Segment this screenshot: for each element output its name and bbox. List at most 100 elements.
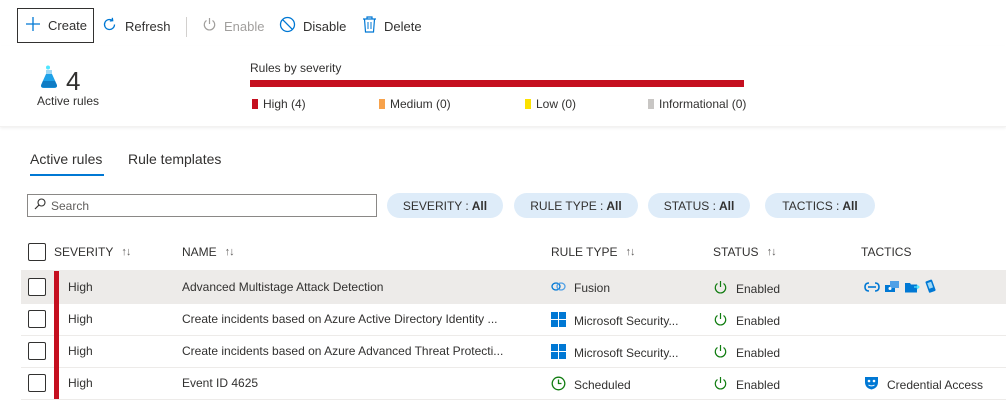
tactic-icon-privilege-escalation: [884, 280, 900, 297]
tactics-cell: [864, 279, 938, 297]
credential-access-icon: [864, 376, 879, 393]
tactics-cell: Credential Access: [864, 376, 983, 393]
rule-type-label: Microsoft Security...: [574, 314, 679, 328]
filter-name: RULE TYPE :: [530, 198, 604, 213]
name-cell: Advanced Multistage Attack Detection: [182, 280, 384, 294]
table-row[interactable]: High Create incidents based on Azure Act…: [21, 303, 1006, 335]
legend-label: High (4): [263, 97, 306, 111]
row-checkbox[interactable]: [28, 342, 46, 360]
sort-icon: ↑↓: [625, 246, 635, 258]
column-header-rule-type[interactable]: RULE TYPE ↑↓: [551, 245, 635, 259]
plus-icon: [25, 16, 41, 35]
header-label: STATUS: [713, 245, 759, 259]
legend-informational: Informational (0): [648, 97, 746, 111]
flask-icon: [39, 65, 61, 92]
row-checkbox[interactable]: [28, 310, 46, 328]
tactic-icon-exfiltration: [904, 280, 920, 297]
enable-label: Enable: [224, 18, 265, 34]
rule-type-cell: Fusion: [551, 280, 610, 296]
power-icon: [713, 280, 728, 298]
active-rules-label: Active rules: [37, 94, 100, 108]
status-cell: Enabled: [713, 312, 780, 330]
block-icon: [279, 16, 296, 36]
row-divider: [21, 399, 1006, 400]
power-icon: [713, 344, 728, 362]
sort-icon: ↑↓: [121, 246, 131, 258]
disable-button[interactable]: Disable: [279, 9, 346, 43]
rules-summary-panel: 4 Active rules Rules by severity High (4…: [0, 46, 1006, 127]
severity-chart-title: Rules by severity: [250, 61, 342, 75]
delete-label: Delete: [384, 18, 422, 34]
search-input[interactable]: Search: [27, 194, 377, 217]
delete-button[interactable]: Delete: [362, 9, 422, 43]
table-row[interactable]: High Event ID 4625 Scheduled Enabled Cre…: [21, 367, 1006, 399]
select-all-checkbox[interactable]: [28, 243, 46, 261]
header-label: NAME: [182, 245, 217, 259]
sort-icon: ↑↓: [766, 246, 777, 258]
severity-indicator: [54, 303, 59, 335]
header-label: SEVERITY: [54, 245, 114, 259]
status-filter[interactable]: STATUS : All: [648, 193, 750, 218]
legend-medium: Medium (0): [379, 97, 451, 111]
command-bar: Create Refresh Enable Disable Delete: [0, 0, 1006, 46]
name-cell: Create incidents based on Azure Advanced…: [182, 344, 504, 358]
legend-label: Low (0): [536, 97, 577, 111]
filter-value: All: [718, 198, 735, 213]
severity-filter[interactable]: SEVERITY : All: [387, 193, 503, 218]
clock-icon: [551, 376, 566, 394]
power-icon: [713, 312, 728, 330]
status-label: Enabled: [736, 314, 781, 328]
create-button[interactable]: Create: [17, 8, 94, 43]
tactic-icon-persistence: [864, 280, 880, 297]
filter-value: All: [842, 198, 858, 213]
status-cell: Enabled: [713, 344, 780, 362]
tactics-filter[interactable]: TACTICS : All: [765, 193, 875, 218]
status-label: Enabled: [736, 378, 781, 392]
sort-icon: ↑↓: [224, 246, 235, 258]
column-header-severity[interactable]: SEVERITY ↑↓: [54, 245, 131, 259]
name-cell: Event ID 4625: [182, 376, 259, 390]
rule-type-cell: Scheduled: [551, 376, 631, 394]
tab-rule-templates[interactable]: Rule templates: [128, 151, 221, 167]
active-rules-count: 4: [66, 66, 81, 96]
header-label: RULE TYPE: [551, 245, 618, 259]
row-checkbox[interactable]: [28, 278, 46, 296]
trash-icon: [362, 16, 377, 36]
refresh-button[interactable]: Refresh: [101, 9, 171, 43]
filter-value: All: [471, 198, 488, 213]
rule-type-label: Scheduled: [574, 378, 631, 392]
column-header-status[interactable]: STATUS ↑↓: [713, 245, 777, 259]
fusion-icon: [551, 280, 566, 296]
status-cell: Enabled: [713, 280, 780, 298]
tactic-icon-impact: [924, 279, 938, 297]
create-label: Create: [48, 18, 88, 33]
header-label: TACTICS: [861, 245, 912, 259]
table-row[interactable]: High Create incidents based on Azure Adv…: [21, 335, 1006, 367]
name-cell: Create incidents based on Azure Active D…: [182, 312, 498, 326]
enable-button[interactable]: Enable: [202, 9, 264, 43]
rule-type-label: Fusion: [574, 281, 611, 295]
severity-indicator: [54, 335, 59, 367]
rule-type-cell: Microsoft Security...: [551, 312, 678, 330]
legend-swatch: [252, 99, 258, 109]
legend-label: Informational (0): [659, 97, 747, 111]
windows-icon: [551, 344, 566, 362]
filter-name: STATUS :: [663, 198, 716, 213]
column-header-name[interactable]: NAME ↑↓: [182, 245, 235, 259]
filter-name: TACTICS :: [782, 198, 840, 213]
severity-cell: High: [68, 376, 93, 390]
tab-active-rules[interactable]: Active rules: [30, 151, 102, 167]
row-checkbox[interactable]: [28, 374, 46, 392]
refresh-icon: [101, 16, 118, 36]
severity-cell: High: [68, 344, 93, 358]
active-tab-indicator: [30, 174, 104, 176]
table-row[interactable]: High Advanced Multistage Attack Detectio…: [21, 271, 1006, 303]
legend-high: High (4): [252, 97, 306, 111]
column-header-tactics: TACTICS: [861, 245, 911, 259]
rule-type-filter[interactable]: RULE TYPE : All: [514, 193, 638, 218]
filter-value: All: [606, 198, 622, 213]
filter-name: SEVERITY :: [402, 198, 469, 213]
windows-icon: [551, 312, 566, 330]
legend-low: Low (0): [525, 97, 576, 111]
severity-indicator: [54, 367, 59, 399]
